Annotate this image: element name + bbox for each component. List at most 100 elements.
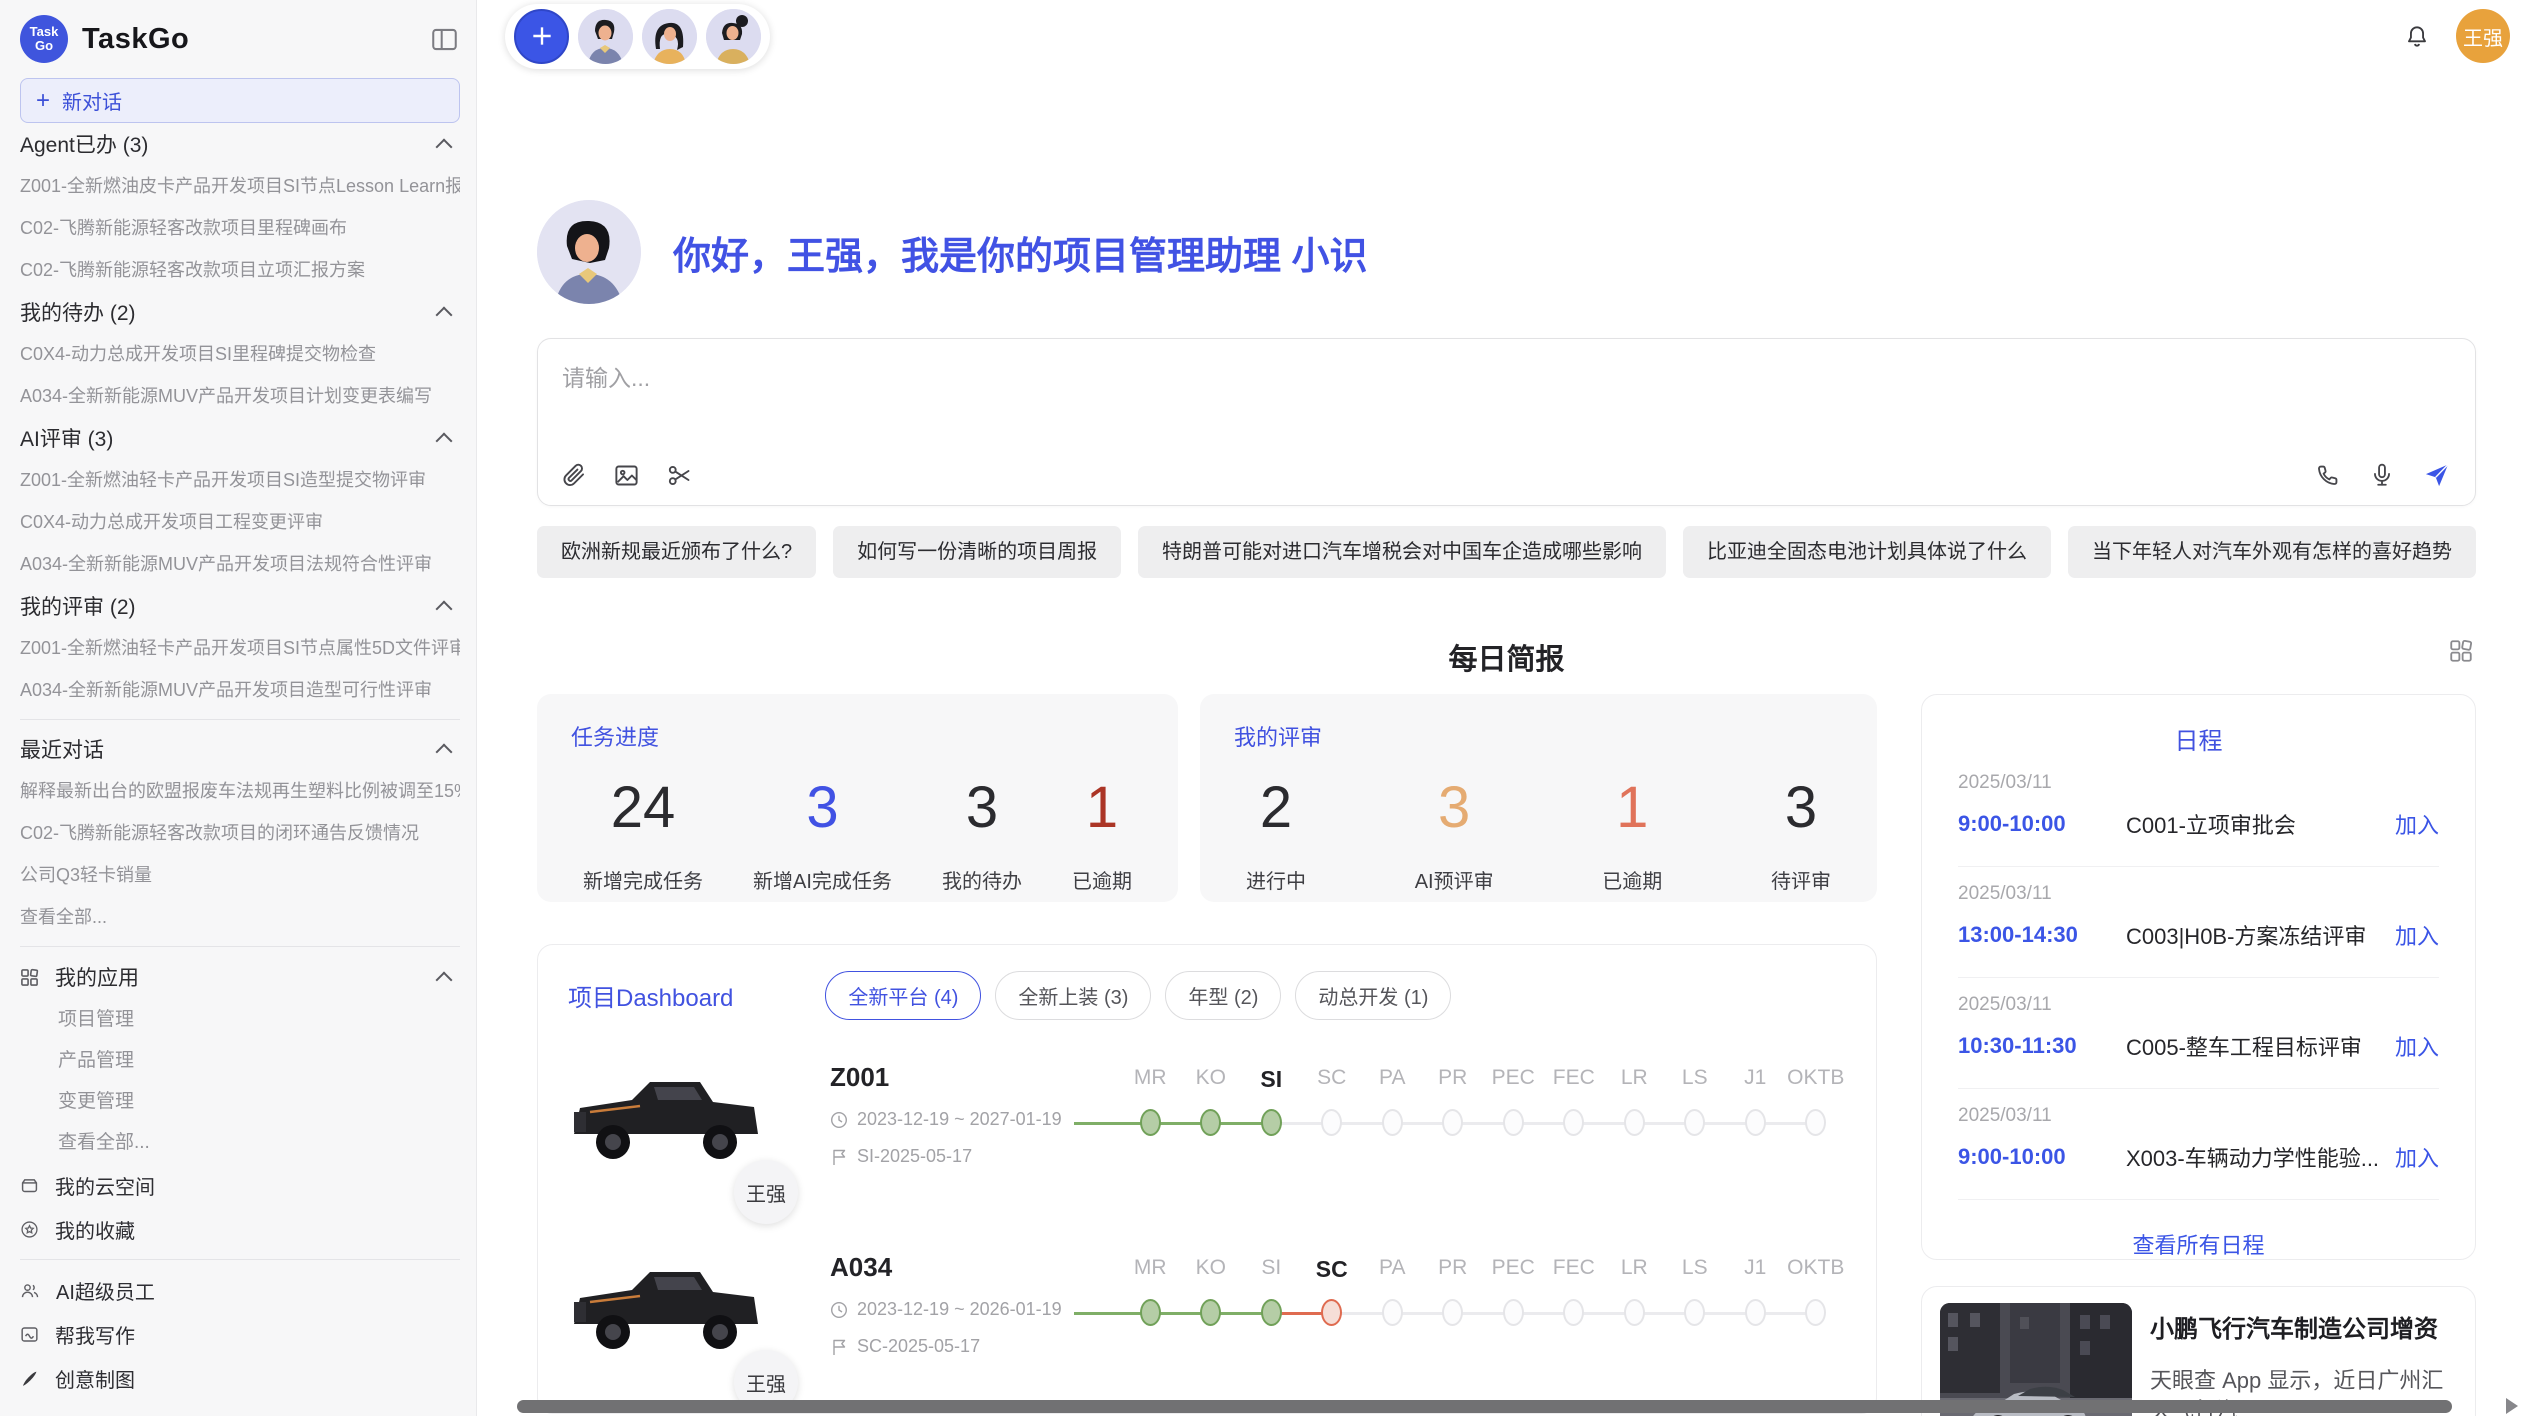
suggestion-chip[interactable]: 当下年轻人对汽车外观有怎样的喜好趋势: [2068, 526, 2476, 578]
milestone-dot: [1261, 1109, 1282, 1136]
send-icon[interactable]: [2423, 461, 2451, 489]
milestone-label: LR: [1621, 1066, 1648, 1094]
milestone-dot: [1563, 1299, 1584, 1326]
sidebar-section-header[interactable]: AI评审 (3): [20, 417, 460, 459]
dashboard-tab[interactable]: 动总开发 (1): [1295, 971, 1451, 1020]
event-row: 13:00-14:30 C003|H0B-方案冻结评审 加入: [1958, 919, 2439, 951]
user-avatar[interactable]: 王强: [2456, 9, 2510, 63]
sidebar-task-item[interactable]: A034-全新新能源MUV产品开发项目计划变更表编写: [20, 375, 460, 417]
suggestion-chip[interactable]: 特朗普可能对进口汽车增税会对中国车企造成哪些影响: [1138, 526, 1666, 578]
new-chat-button[interactable]: + 新对话: [20, 78, 460, 123]
chevron-up-icon: [436, 307, 453, 324]
schedule-event: 2025/03/11 9:00-10:00 C001-立项审批会 加入: [1958, 756, 2439, 867]
stat-label: 待评审: [1771, 865, 1831, 894]
sidebar-task-item[interactable]: A034-全新新能源MUV产品开发项目法规符合性评审: [20, 543, 460, 585]
stats-row: 任务进度 24 新增完成任务 3 新增AI: [537, 694, 1877, 902]
collapse-sidebar-icon[interactable]: [429, 25, 460, 54]
agent-avatar-1[interactable]: [578, 9, 633, 64]
scissors-icon[interactable]: [666, 462, 693, 489]
sidebar-section-header[interactable]: Agent已办 (3): [20, 123, 460, 165]
milestone-dot: [1140, 1109, 1161, 1136]
sidebar-section-header[interactable]: 我的待办 (2): [20, 291, 460, 333]
sidebar-item-creative-draw[interactable]: 创意制图: [20, 1356, 460, 1400]
sidebar-item-help-write[interactable]: 帮我写作: [20, 1312, 460, 1356]
app-item[interactable]: 变更管理: [20, 1081, 460, 1122]
my-review-title: 我的评审: [1234, 720, 1843, 752]
event-time: 9:00-10:00: [1958, 1144, 2126, 1170]
milestone-station: PEC: [1483, 1256, 1544, 1400]
recent-view-all[interactable]: 查看全部...: [20, 896, 460, 938]
milestone-label: PR: [1438, 1256, 1467, 1284]
apps-view-all[interactable]: 查看全部...: [20, 1122, 460, 1163]
sidebar-section-header[interactable]: 我的评审 (2): [20, 585, 460, 627]
event-join-link[interactable]: 加入: [2395, 808, 2439, 840]
event-date: 2025/03/11: [1958, 772, 2439, 794]
add-agent-button[interactable]: [514, 9, 569, 64]
suggestion-chip[interactable]: 欧洲新规最近颁布了什么?: [537, 526, 816, 578]
milestone-label: SI: [1260, 1066, 1282, 1094]
creative-draw-label: 创意制图: [55, 1364, 135, 1393]
milestone-label: FEC: [1553, 1066, 1595, 1094]
sidebar-task-item[interactable]: A034-全新新能源MUV产品开发项目造型可行性评审: [20, 669, 460, 711]
attachment-icon[interactable]: [560, 462, 587, 489]
sidebar-task-item[interactable]: Z001-全新燃油皮卡产品开发项目SI节点Lesson Learn报告: [20, 165, 460, 207]
scroll-right-arrow[interactable]: [2506, 1398, 2518, 1414]
stat-value: 3: [1415, 774, 1494, 841]
horizontal-scrollbar[interactable]: [517, 1400, 2452, 1413]
my-apps-header[interactable]: 我的应用: [20, 955, 460, 999]
event-join-link[interactable]: 加入: [2395, 1030, 2439, 1062]
recent-chat-item[interactable]: 公司Q3轻卡销量: [20, 854, 460, 896]
sidebar-task-item[interactable]: Z001-全新燃油轻卡产品开发项目SI造型提交物评审: [20, 459, 460, 501]
sidebar-task-item[interactable]: C0X4-动力总成开发项目工程变更评审: [20, 501, 460, 543]
sidebar-item-cloud-space[interactable]: 我的云空间: [20, 1163, 460, 1207]
notification-bell-icon[interactable]: [2404, 23, 2430, 50]
project-rows: 王强Z0012023-12-19 ~ 2027-01-19SI-2025-05-…: [568, 1060, 1846, 1414]
stat-label: AI预评审: [1415, 865, 1494, 894]
sidebar-item-favorites[interactable]: 我的收藏: [20, 1207, 460, 1251]
sidebar-task-item[interactable]: C02-飞腾新能源轻客改款项目立项汇报方案: [20, 249, 460, 291]
agent-avatar-2[interactable]: [642, 9, 697, 64]
app-item[interactable]: 产品管理: [20, 1040, 460, 1081]
view-all-schedule-link[interactable]: 查看所有日程: [1958, 1228, 2439, 1260]
news-card[interactable]: 小鹏飞行汽车制造公司增资 天眼查 App 显示，近日广州汇天飞行汽: [1921, 1286, 2476, 1416]
phone-icon[interactable]: [2315, 462, 2341, 488]
event-join-link[interactable]: 加入: [2395, 1141, 2439, 1173]
milestone-label: J1: [1744, 1066, 1766, 1094]
dashboard-tabs: 全新平台 (4) 全新上装 (3) 年型 (2) 动总开发 (1): [825, 971, 1451, 1020]
milestone-label: PA: [1379, 1256, 1405, 1284]
sidebar-task-item[interactable]: Z001-全新燃油轻卡产品开发项目SI节点属性5D文件评审: [20, 627, 460, 669]
ai-super-staff-label: AI超级员工: [56, 1276, 155, 1305]
mic-icon[interactable]: [2369, 462, 2395, 488]
stat-label: 已逾期: [1602, 865, 1662, 894]
agent-avatar-3[interactable]: [706, 9, 761, 64]
suggestion-chip[interactable]: 比亚迪全固态电池计划具体说了什么: [1683, 526, 2051, 578]
milestone-dot: [1442, 1299, 1463, 1326]
sidebar-task-item[interactable]: C02-飞腾新能源轻客改款项目里程碑画布: [20, 207, 460, 249]
image-icon[interactable]: [613, 462, 640, 489]
layout-grid-icon[interactable]: [2448, 638, 2474, 664]
dashboard-tab[interactable]: 全新上装 (3): [995, 971, 1151, 1020]
recent-chats-header[interactable]: 最近对话: [20, 728, 460, 770]
milestone-label: J1: [1744, 1256, 1766, 1284]
my-apps-title: 我的应用: [55, 962, 139, 992]
project-dates: 2023-12-19 ~ 2026-01-19: [830, 1299, 1110, 1320]
sidebar-task-item[interactable]: C0X4-动力总成开发项目SI里程碑提交物检查: [20, 333, 460, 375]
app-item[interactable]: 项目管理: [20, 999, 460, 1040]
suggestion-chip[interactable]: 如何写一份清晰的项目周报: [833, 526, 1121, 578]
dashboard-tab[interactable]: 年型 (2): [1165, 971, 1281, 1020]
recent-chat-item[interactable]: 解释最新出台的欧盟报废车法规再生塑料比例被调至15%...: [20, 770, 460, 812]
stat: 3 AI预评审: [1415, 774, 1494, 894]
project-vehicle-image: 王强: [568, 1250, 808, 1400]
dashboard-header: 项目Dashboard 全新平台 (4)全新上装 (3)年型 (2)动总开发 (…: [568, 971, 1846, 1020]
dashboard-tab[interactable]: 全新平台 (4): [825, 971, 981, 1020]
milestone-station: OKTB: [1786, 1066, 1847, 1210]
milestone-dot: [1624, 1109, 1645, 1136]
sidebar-item-ai-super-staff[interactable]: AI超级员工: [20, 1268, 460, 1312]
milestone-station: PEC: [1483, 1066, 1544, 1210]
chat-input[interactable]: [538, 339, 2475, 419]
recent-chat-item[interactable]: C02-飞腾新能源轻客改款项目的闭环通告反馈情况: [20, 812, 460, 854]
milestone-label: LS: [1682, 1256, 1708, 1284]
event-join-link[interactable]: 加入: [2395, 919, 2439, 951]
stat-value: 24: [583, 774, 703, 841]
milestone-station: SC: [1302, 1066, 1363, 1210]
